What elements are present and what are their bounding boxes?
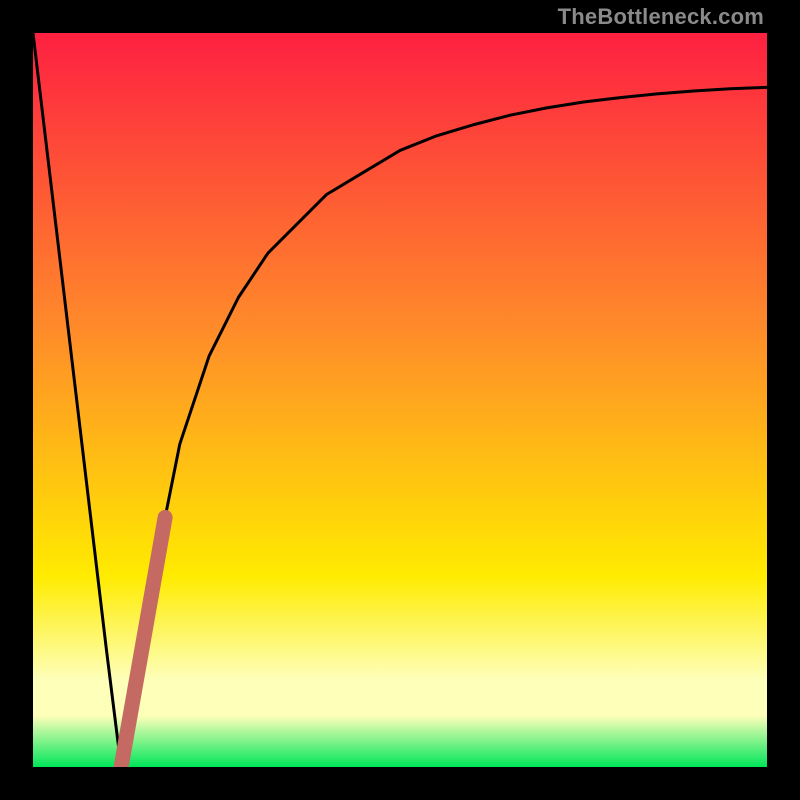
plot-area [33, 33, 767, 767]
watermark-text: TheBottleneck.com [558, 4, 764, 30]
chart-frame: TheBottleneck.com [0, 0, 800, 800]
curve-layer [33, 33, 767, 767]
highlighted-range [121, 517, 165, 767]
